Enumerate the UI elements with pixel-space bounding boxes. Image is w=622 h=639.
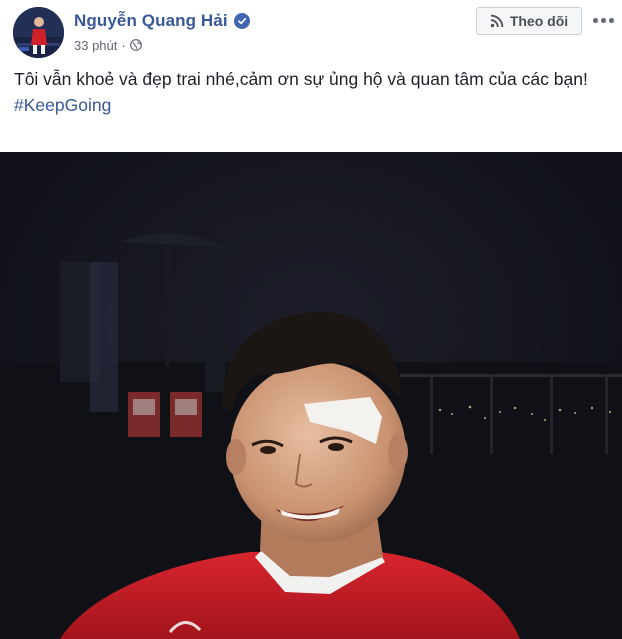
follow-button[interactable]: Theo dõi — [476, 7, 582, 35]
post-header: Nguyễn Quang Hải 33 phút · Theo dõi — [0, 0, 622, 64]
verified-badge-icon — [233, 13, 250, 29]
author-name-row: Nguyễn Quang Hải — [74, 9, 250, 33]
rss-icon — [490, 14, 504, 28]
post-meta: 33 phút · — [74, 36, 142, 54]
author-name[interactable]: Nguyễn Quang Hải — [74, 11, 228, 31]
author-avatar[interactable] — [13, 7, 64, 58]
post-timestamp[interactable]: 33 phút — [74, 38, 117, 53]
post-message: Tôi vẫn khoẻ và đẹp trai nhé,cảm ơn sự ủ… — [14, 66, 610, 118]
post-message-text: Tôi vẫn khoẻ và đẹp trai nhé,cảm ơn sự ủ… — [14, 69, 588, 89]
post-photo[interactable] — [0, 152, 622, 639]
more-options-icon[interactable] — [590, 8, 616, 32]
globe-icon[interactable] — [129, 39, 142, 51]
follow-button-label: Theo dõi — [509, 13, 569, 29]
meta-separator: · — [121, 37, 126, 53]
hashtag-link[interactable]: #KeepGoing — [14, 95, 111, 115]
